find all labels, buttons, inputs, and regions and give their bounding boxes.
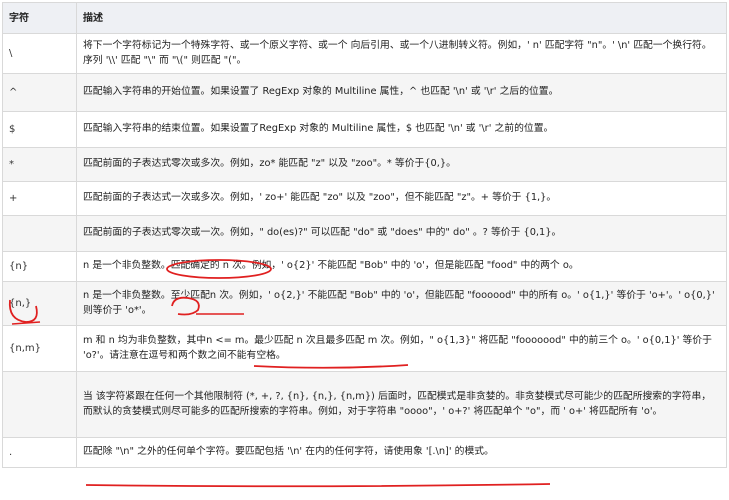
table-row: ^ 匹配输入字符串的开始位置。如果设置了 RegExp 对象的 Multilin…: [2, 73, 727, 112]
table-row: {n,m} m 和 n 均为非负整数，其中n <= m。最少匹配 n 次且最多匹…: [2, 325, 727, 372]
char-cell: {n,m}: [2, 325, 77, 372]
char-cell: *: [2, 147, 77, 182]
desc-cell: 匹配输入字符串的结束位置。如果设置了RegExp 对象的 Multiline 属…: [76, 111, 727, 148]
desc-cell: 匹配前面的子表达式零次或一次。例如，" do(es)?" 可以匹配 "do" 或…: [76, 215, 727, 252]
regex-syntax-table: 字符 描述 \ 将下一个字符标记为一个特殊字符、或一个原义字符、或一个 向后引用…: [2, 2, 727, 468]
desc-cell: 匹配除 "\n" 之外的任何单个字符。要匹配包括 '\n' 在内的任何字符，请使…: [76, 437, 727, 468]
desc-cell: 匹配输入字符串的开始位置。如果设置了 RegExp 对象的 Multiline …: [76, 73, 727, 112]
table-row: * 匹配前面的子表达式零次或多次。例如，zo* 能匹配 "z" 以及 "zoo"…: [2, 147, 727, 182]
table-row: $ 匹配输入字符串的结束位置。如果设置了RegExp 对象的 Multiline…: [2, 111, 727, 148]
char-cell: [2, 371, 77, 438]
desc-cell: m 和 n 均为非负整数，其中n <= m。最少匹配 n 次且最多匹配 m 次。…: [76, 325, 727, 372]
char-cell: +: [2, 181, 77, 216]
table-row: \ 将下一个字符标记为一个特殊字符、或一个原义字符、或一个 向后引用、或一个八进…: [2, 33, 727, 74]
table-row: . 匹配除 "\n" 之外的任何单个字符。要匹配包括 '\n' 在内的任何字符，…: [2, 437, 727, 468]
table-row: 当 该字符紧跟在任何一个其他限制符 (*, +, ?, {n}, {n,}, {…: [2, 371, 727, 438]
desc-cell: 将下一个字符标记为一个特殊字符、或一个原义字符、或一个 向后引用、或一个八进制转…: [76, 33, 727, 74]
desc-cell: 当 该字符紧跟在任何一个其他限制符 (*, +, ?, {n}, {n,}, {…: [76, 371, 727, 438]
desc-cell: 匹配前面的子表达式一次或多次。例如，' zo+' 能匹配 "zo" 以及 "zo…: [76, 181, 727, 216]
header-desc: 描述: [76, 2, 727, 34]
char-cell: .: [2, 437, 77, 468]
table-row: + 匹配前面的子表达式一次或多次。例如，' zo+' 能匹配 "zo" 以及 "…: [2, 181, 727, 216]
char-cell: \: [2, 33, 77, 74]
table-header-row: 字符 描述: [2, 2, 727, 34]
char-cell: {n,}: [2, 281, 77, 326]
header-char: 字符: [2, 2, 77, 34]
char-cell: [2, 215, 77, 252]
table-row: 匹配前面的子表达式零次或一次。例如，" do(es)?" 可以匹配 "do" 或…: [2, 215, 727, 252]
annotation-underline-dot: [84, 482, 554, 492]
char-cell: {n}: [2, 251, 77, 282]
desc-cell: 匹配前面的子表达式零次或多次。例如，zo* 能匹配 "z" 以及 "zoo"。*…: [76, 147, 727, 182]
char-cell: $: [2, 111, 77, 148]
table-row: {n,} n 是一个非负整数。至少匹配n 次。例如，' o{2,}' 不能匹配 …: [2, 281, 727, 326]
char-cell: ^: [2, 73, 77, 112]
desc-cell: n 是一个非负整数。至少匹配n 次。例如，' o{2,}' 不能匹配 "Bob"…: [76, 281, 727, 326]
page: 字符 描述 \ 将下一个字符标记为一个特殊字符、或一个原义字符、或一个 向后引用…: [0, 0, 729, 500]
desc-cell: n 是一个非负整数。匹配确定的 n 次。例如，' o{2}' 不能匹配 "Bob…: [76, 251, 727, 282]
table-row: {n} n 是一个非负整数。匹配确定的 n 次。例如，' o{2}' 不能匹配 …: [2, 251, 727, 282]
